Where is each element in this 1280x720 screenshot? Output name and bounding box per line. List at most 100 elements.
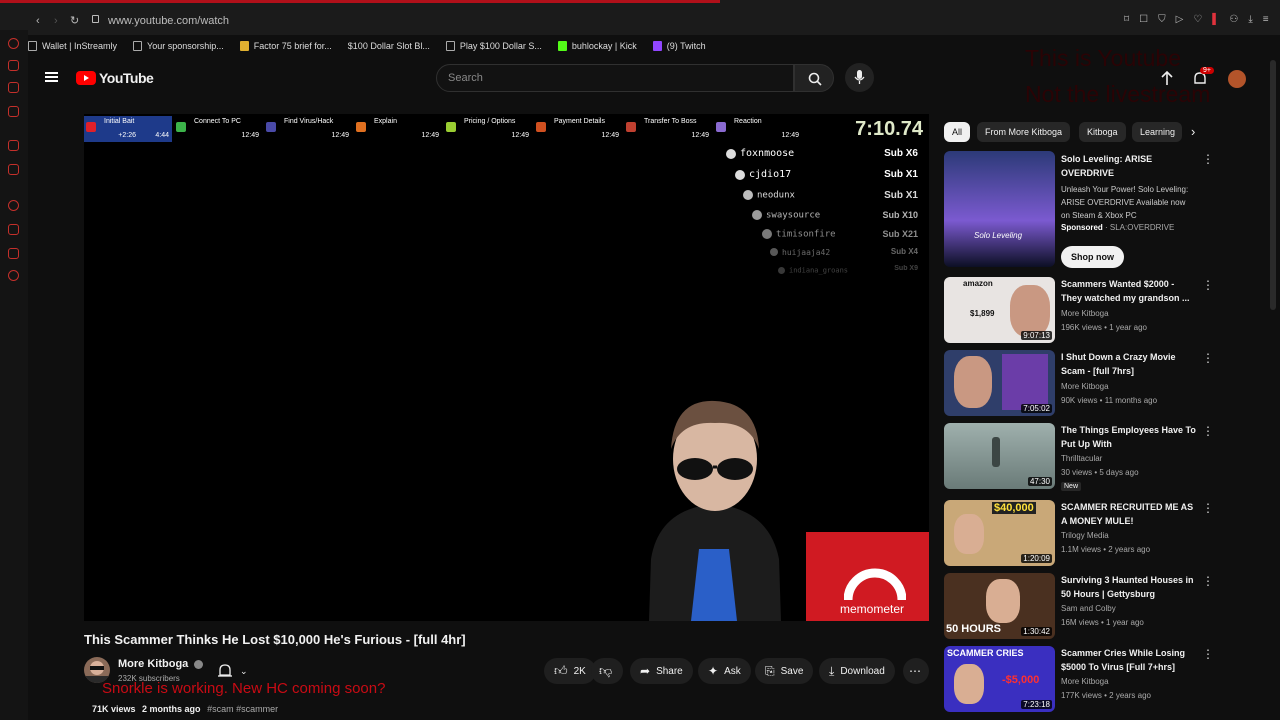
video-thumbnail[interactable]: amazon $1,899 9:07:13: [944, 277, 1055, 343]
more-vert-icon[interactable]: ⋮: [1202, 152, 1214, 166]
bookmark-item[interactable]: buhlockay | Kick: [557, 36, 637, 56]
bookmark-item[interactable]: Play $100 Dollar S...: [445, 36, 542, 56]
wallet-icon[interactable]: ▌: [1212, 14, 1219, 25]
duration-badge: 7:05:02: [1021, 404, 1052, 413]
more-vert-icon[interactable]: ⋮: [1202, 278, 1214, 292]
duration-badge: 1:30:42: [1021, 627, 1052, 636]
video-title[interactable]: Surviving 3 Haunted Houses in 50 Hours |…: [1061, 573, 1196, 601]
memometer-badge: memometer: [806, 532, 929, 621]
like-button[interactable]: 👍︎ 2K: [544, 658, 596, 684]
address-bar[interactable]: www.youtube.com/watch: [108, 11, 1128, 31]
bookmark-item[interactable]: (9) Twitch: [652, 36, 706, 56]
notes-icon[interactable]: [8, 106, 19, 117]
forward-icon[interactable]: ›: [54, 15, 58, 27]
bookmark-item[interactable]: Your sponsorship...: [133, 36, 224, 56]
bookmark-item[interactable]: Wallet | InStreamly: [28, 36, 117, 56]
video-thumbnail[interactable]: 47:30: [944, 423, 1055, 489]
video-title[interactable]: Scammers Wanted $2000 - They watched my …: [1061, 277, 1196, 305]
notifications-button[interactable]: 9+: [1192, 67, 1214, 87]
extension-icon[interactable]: ⌑: [1124, 14, 1129, 25]
chevron-right-icon[interactable]: ›: [1191, 124, 1195, 139]
heart-icon[interactable]: ♡: [1193, 14, 1202, 25]
video-meta: 90K views • 11 months ago: [1061, 396, 1158, 405]
ad-thumbnail[interactable]: Solo Leveling: [944, 151, 1055, 267]
hashtags[interactable]: #scam #scammer: [207, 704, 278, 714]
browser-sidebar: [0, 30, 28, 720]
video-title[interactable]: The Things Employees Have To Put Up With: [1061, 423, 1196, 451]
channel-name[interactable]: More Kitboga: [118, 658, 204, 670]
video-thumbnail[interactable]: 7:05:02: [944, 350, 1055, 416]
more-actions-button[interactable]: ⋯: [903, 658, 929, 684]
chip-learning[interactable]: Learning: [1132, 122, 1182, 142]
bookmark-item[interactable]: $100 Dollar Slot Bl...: [348, 36, 430, 56]
search-input[interactable]: Search: [436, 64, 794, 92]
telegram-icon[interactable]: [8, 248, 19, 259]
search-button[interactable]: [794, 64, 834, 92]
bookmark-icon: ⎘: [765, 663, 775, 678]
poster-icon: [1002, 354, 1048, 410]
download-button[interactable]: ⤓ Download: [819, 658, 895, 684]
save-button[interactable]: ⎘ Save: [755, 658, 814, 684]
music-icon[interactable]: [8, 224, 19, 235]
shield-icon[interactable]: ⛉: [1158, 14, 1166, 25]
video-title[interactable]: I Shut Down a Crazy Movie Scam - [full 7…: [1061, 350, 1196, 378]
channel-name[interactable]: Sam and Colby: [1061, 604, 1116, 613]
chip-kitboga[interactable]: Kitboga: [1079, 122, 1126, 142]
chip-from-more-kitboga[interactable]: From More Kitboga: [977, 122, 1071, 142]
wallet-icon[interactable]: [8, 82, 19, 93]
thumbnail-text: 50 HOURS: [946, 623, 1002, 635]
bookmark-icon[interactable]: [8, 60, 19, 71]
video-thumbnail[interactable]: SCAMMER CRIES -$5,000 7:23:18: [944, 646, 1055, 712]
user-avatar[interactable]: [1228, 70, 1246, 88]
hamburger-icon[interactable]: [45, 72, 58, 82]
segment-time: 12:49: [601, 132, 619, 139]
sub-row: cjdio17 Sub X1: [735, 169, 918, 185]
reload-icon[interactable]: ↻: [70, 14, 79, 27]
channel-name[interactable]: More Kitboga: [1061, 309, 1109, 318]
channel-name[interactable]: More Kitboga: [1061, 677, 1109, 686]
bell-icon: [218, 663, 232, 677]
more-vert-icon[interactable]: ⋮: [1202, 647, 1214, 661]
ask-button[interactable]: ✦ Ask: [698, 658, 751, 684]
ad-title[interactable]: Solo Leveling: ARISE OVERDRIVE: [1061, 152, 1196, 180]
history-icon[interactable]: [8, 38, 19, 49]
shop-now-button[interactable]: Shop now: [1061, 246, 1124, 268]
notification-bell-button[interactable]: ⌄: [218, 660, 262, 682]
more-vert-icon[interactable]: ⋮: [1202, 424, 1214, 438]
menu-icon[interactable]: ≡: [1263, 14, 1269, 25]
user-icon: [778, 266, 785, 274]
profile-icon[interactable]: ⚇: [1229, 14, 1238, 25]
more-vert-icon[interactable]: ⋮: [1202, 351, 1214, 365]
segment-icon: [716, 122, 726, 132]
video-player[interactable]: Initial Bait +2:26 4:44 Connect To PC 12…: [84, 114, 929, 621]
channel-name[interactable]: More Kitboga: [1061, 382, 1109, 391]
play-icon[interactable]: ▷: [1176, 14, 1184, 25]
more-vert-icon[interactable]: ⋮: [1202, 501, 1214, 515]
more-vert-icon[interactable]: ⋮: [1202, 574, 1214, 588]
dislike-button[interactable]: 👎︎: [591, 658, 623, 684]
channel-name[interactable]: Thrilltacular: [1061, 454, 1102, 463]
channel-name[interactable]: Trilogy Media: [1061, 531, 1109, 540]
video-thumbnail[interactable]: 50 HOURS 1:30:42: [944, 573, 1055, 639]
upload-icon[interactable]: [1160, 70, 1174, 86]
segment-icon: [86, 122, 96, 132]
video-title[interactable]: SCAMMER RECRUITED ME AS A MONEY MULE!: [1061, 500, 1196, 528]
voice-search-button[interactable]: [845, 63, 874, 92]
video-title: This Scammer Thinks He Lost $10,000 He's…: [84, 632, 466, 647]
chat-icon[interactable]: [8, 164, 19, 175]
video-title[interactable]: Scammer Cries While Losing $5000 To Viru…: [1061, 646, 1196, 674]
user-icon: [752, 210, 762, 221]
page-scrollbar[interactable]: [1270, 60, 1276, 310]
settings-icon[interactable]: [8, 270, 19, 281]
video-thumbnail[interactable]: $40,000 1:20:09: [944, 500, 1055, 566]
back-icon[interactable]: ‹: [36, 15, 40, 27]
share-button[interactable]: ➦ Share: [630, 658, 693, 684]
app-icon[interactable]: [8, 140, 19, 151]
youtube-logo[interactable]: YouTube: [76, 70, 154, 86]
chip-all[interactable]: All: [944, 122, 971, 142]
download-icon[interactable]: ⤓: [1248, 14, 1252, 25]
bookmark-icon[interactable]: ☐: [1139, 14, 1148, 25]
bookmark-item[interactable]: Factor 75 brief for...: [239, 36, 332, 56]
clock-icon[interactable]: [8, 200, 19, 211]
user-icon: [743, 190, 753, 201]
